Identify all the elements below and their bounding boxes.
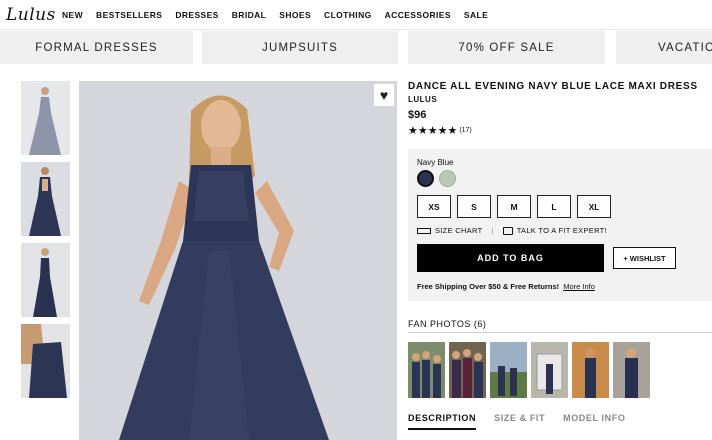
product-brand[interactable]: LULUS (408, 95, 712, 104)
product-price: $96 (408, 109, 427, 121)
tab-model-info[interactable]: MODEL INFO (563, 413, 625, 430)
product-info: DANCE ALL EVENING NAVY BLUE LACE MAXI DR… (408, 81, 712, 137)
fan-photo-image (490, 342, 527, 398)
nav-shoes[interactable]: SHOES (279, 10, 311, 20)
thumbnail-1[interactable] (21, 81, 70, 155)
color-swatch-navy[interactable] (417, 170, 434, 187)
color-swatch-sage[interactable] (439, 170, 456, 187)
thumbnail-2[interactable] (21, 162, 70, 236)
product-photo (79, 81, 397, 440)
tab-size-fit[interactable]: SIZE & FIT (494, 413, 545, 430)
thumbnail-4[interactable] (21, 324, 70, 398)
size-l[interactable]: L (537, 195, 571, 218)
size-s[interactable]: S (457, 195, 491, 218)
thumbnail-3[interactable] (21, 243, 70, 317)
fan-photo-6[interactable] (613, 342, 650, 398)
fan-photo-image (531, 342, 568, 398)
category-sale[interactable]: 70% OFF SALE (408, 31, 605, 64)
thumbnail-image (21, 162, 70, 236)
fan-photo-image (449, 342, 486, 398)
shipping-text: Free Shipping Over $50 & Free Returns! (417, 282, 560, 291)
product-tabs: DESCRIPTION SIZE & FIT MODEL INFO (408, 413, 643, 430)
size-chart-link[interactable]: SIZE CHART (435, 226, 482, 235)
favorite-button[interactable]: ♥ (374, 84, 394, 106)
category-jumpsuits[interactable]: JUMPSUITS (202, 31, 398, 64)
size-selector: XS S M L XL (417, 195, 617, 218)
nav-dresses[interactable]: DRESSES (175, 10, 218, 20)
nav-clothing[interactable]: CLOTHING (324, 10, 372, 20)
size-xs[interactable]: XS (417, 195, 451, 218)
fan-photo-image (408, 342, 445, 398)
color-label: Navy Blue (417, 158, 454, 167)
tab-description[interactable]: DESCRIPTION (408, 413, 477, 430)
thumbnail-image (21, 81, 70, 155)
add-to-bag-button[interactable]: ADD TO BAG (417, 244, 604, 272)
rating[interactable]: ★★★★★ (17) (408, 124, 712, 137)
nav-sale[interactable]: SALE (464, 10, 488, 20)
more-info-link[interactable]: More Info (563, 282, 595, 291)
ruler-icon (417, 227, 431, 234)
category-formal-dresses[interactable]: FORMAL DRESSES (0, 31, 193, 64)
product-title: DANCE ALL EVENING NAVY BLUE LACE MAXI DR… (408, 81, 698, 92)
purchase-panel: Navy Blue XS S M L XL SIZE CHART | TALK … (408, 149, 712, 301)
fan-photos-heading: FAN PHOTOS (6) (408, 319, 712, 333)
category-bar: FORMAL DRESSES JUMPSUITS 70% OFF SALE VA… (0, 31, 712, 65)
main-nav: NEW BESTSELLERS DRESSES BRIDAL SHOES CLO… (62, 10, 501, 20)
nav-bestsellers[interactable]: BESTSELLERS (96, 10, 162, 20)
review-count[interactable]: (17) (459, 127, 471, 134)
divider: | (491, 226, 494, 235)
fit-expert-link[interactable]: TALK TO A FIT EXPERT! (517, 226, 607, 235)
fan-photo-5[interactable] (572, 342, 609, 398)
nav-new[interactable]: NEW (62, 10, 83, 20)
fan-photo-4[interactable] (531, 342, 568, 398)
star-icons: ★★★★★ (408, 125, 458, 137)
size-xl[interactable]: XL (577, 195, 611, 218)
size-links: SIZE CHART | TALK TO A FIT EXPERT! (417, 226, 607, 235)
nav-accessories[interactable]: ACCESSORIES (385, 10, 451, 20)
main-product-image[interactable]: ♥ (79, 81, 397, 440)
category-vacation[interactable]: VACATIO (616, 31, 712, 64)
thumbnail-image (21, 324, 70, 398)
nav-bridal[interactable]: BRIDAL (232, 10, 267, 20)
fan-photo-3[interactable] (490, 342, 527, 398)
fan-photo-1[interactable] (408, 342, 445, 398)
thumbnail-image (21, 243, 70, 317)
size-m[interactable]: M (497, 195, 531, 218)
shipping-info: Free Shipping Over $50 & Free Returns! M… (417, 282, 595, 291)
wishlist-button[interactable]: + WISHLIST (613, 247, 676, 269)
fan-photo-image (613, 342, 650, 398)
fan-photo-image (572, 342, 609, 398)
site-logo[interactable]: Lulus (6, 5, 55, 25)
heart-icon: ♥ (379, 87, 389, 103)
fan-photo-2[interactable] (449, 342, 486, 398)
chat-icon (502, 226, 513, 235)
top-nav: Lulus NEW BESTSELLERS DRESSES BRIDAL SHO… (0, 0, 712, 30)
